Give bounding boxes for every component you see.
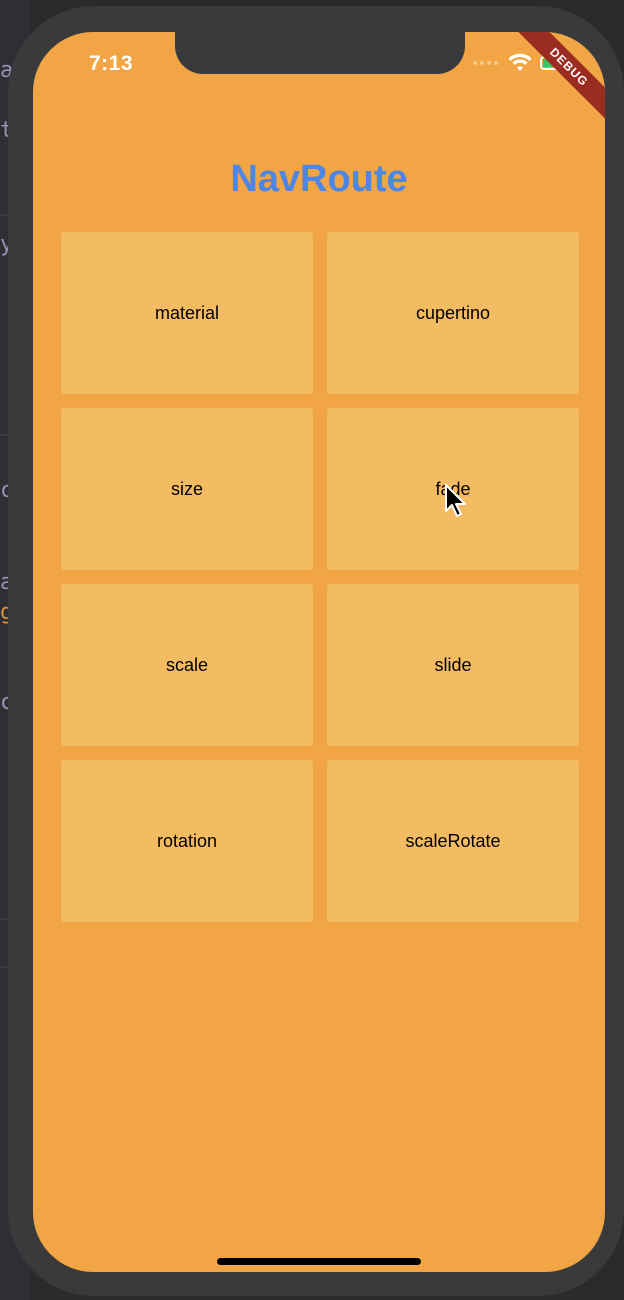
cupertino-button[interactable]: cupertino xyxy=(327,232,579,394)
slide-button[interactable]: slide xyxy=(327,584,579,746)
route-button-grid: material cupertino size fade scale slide… xyxy=(61,232,579,922)
scale-button[interactable]: scale xyxy=(61,584,313,746)
rotation-button[interactable]: rotation xyxy=(61,760,313,922)
mouse-cursor-icon xyxy=(445,484,466,517)
page-title: NavRoute xyxy=(230,158,408,200)
app-screen: 7:13 DEBUG NavRoute material cupertino s… xyxy=(33,32,605,1272)
home-indicator[interactable] xyxy=(217,1258,421,1265)
phone-notch xyxy=(175,32,465,74)
phone-frame: 7:13 DEBUG NavRoute material cupertino s… xyxy=(8,6,624,1296)
debug-banner: DEBUG xyxy=(511,32,605,125)
size-button[interactable]: size xyxy=(61,408,313,570)
material-button[interactable]: material xyxy=(61,232,313,394)
scale-rotate-button[interactable]: scaleRotate xyxy=(327,760,579,922)
wifi-icon xyxy=(508,53,532,71)
status-time: 7:13 xyxy=(89,52,134,75)
cellular-signal-icon xyxy=(473,61,498,65)
